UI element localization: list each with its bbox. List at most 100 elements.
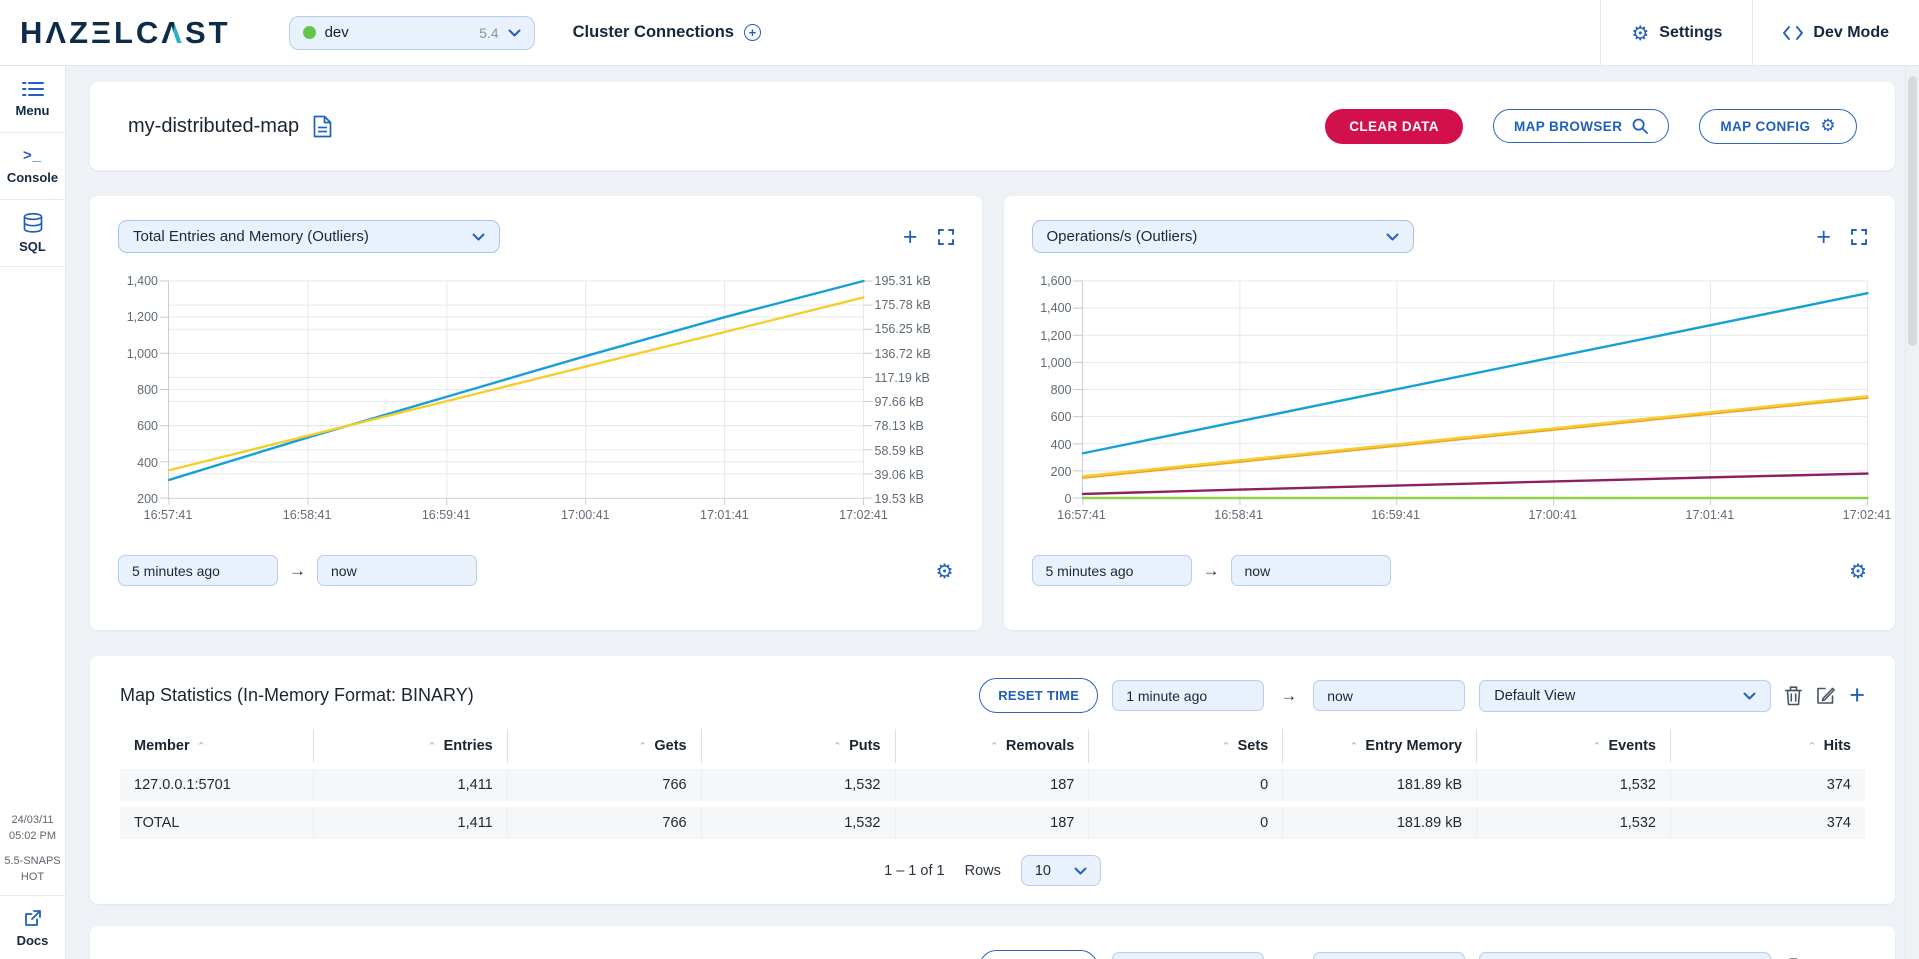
edit-view-button[interactable]	[1816, 686, 1835, 705]
rows-per-page-selector[interactable]: 10	[1021, 855, 1101, 886]
x-axis-tick-label: 16:59:41	[1371, 508, 1420, 522]
table-body: 127.0.0.1:57011,4117661,5321870181.89 kB…	[120, 769, 1865, 839]
table-cell: 187	[896, 807, 1090, 839]
column-header-entry-memory[interactable]: ⌃Entry Memory	[1283, 729, 1477, 763]
time-from-input[interactable]: 5 minutes ago	[1032, 555, 1192, 586]
sort-caret-icon: ⌃	[197, 740, 206, 753]
dev-mode-button[interactable]: Dev Mode	[1752, 0, 1919, 65]
sidebar-item-menu[interactable]: Menu	[0, 66, 65, 133]
table-header: Member⌃⌃Entries⌃Gets⌃Puts⌃Removals⌃Sets⌃…	[120, 729, 1865, 763]
series-line-series-purple	[1083, 474, 1868, 494]
column-header-removals[interactable]: ⌃Removals	[896, 729, 1090, 763]
y-axis-tick-label: 175.78 kB	[875, 298, 931, 312]
x-axis-tick-label: 17:00:41	[1528, 508, 1577, 522]
y-axis-tick-label: 400	[1051, 438, 1072, 452]
y-axis-tick-label: 200	[1051, 465, 1072, 479]
time-to-input[interactable]: now	[317, 555, 477, 586]
series-line-entry-memory-kb	[169, 297, 864, 470]
section-title: Map Statistics (In-Memory Format: BINARY…	[120, 685, 474, 706]
add-cluster-connection-icon[interactable]: +	[744, 24, 761, 41]
sort-caret-icon: ⌃	[1349, 740, 1358, 753]
document-icon[interactable]	[313, 115, 332, 138]
menu-list-icon	[22, 81, 44, 97]
add-view-button[interactable]: +	[1849, 685, 1865, 707]
table-row[interactable]: TOTAL1,4117661,5321870181.89 kB1,532374	[120, 807, 1865, 839]
view-selector[interactable]: Default View	[1479, 680, 1771, 712]
reset-time-button[interactable]: RESET TIME	[979, 678, 1098, 713]
add-chart-icon[interactable]: +	[1816, 227, 1831, 247]
throughput-toolbar: RESET TIME 1 minute ago → now Default Vi…	[979, 950, 1865, 959]
chevron-down-icon	[1074, 867, 1087, 875]
x-axis-tick-label: 16:59:41	[422, 508, 471, 522]
column-header-gets[interactable]: ⌃Gets	[508, 729, 702, 763]
sidebar-item-label: Console	[7, 170, 58, 185]
x-axis-tick-label: 16:58:41	[283, 508, 332, 522]
y-axis-tick-label: 97.66 kB	[875, 395, 924, 409]
logo-text-end: ST	[185, 15, 231, 50]
view-selector[interactable]: Default View	[1479, 952, 1771, 959]
column-header-sets[interactable]: ⌃Sets	[1089, 729, 1283, 763]
delete-view-button[interactable]	[1785, 686, 1802, 706]
settings-button[interactable]: ⚙ Settings	[1600, 0, 1752, 65]
clear-data-button[interactable]: CLEAR DATA	[1325, 109, 1463, 144]
charts-row: Total Entries and Memory (Outliers) + 1,…	[90, 196, 1895, 630]
chart-settings-gear-icon[interactable]: ⚙	[1849, 561, 1867, 581]
y-axis-tick-label: 200	[137, 492, 158, 506]
column-header-entries[interactable]: ⌃Entries	[314, 729, 508, 763]
chart-area: 1,6001,4001,2001,0008006004002000 16:57:…	[1032, 281, 1868, 525]
y-axis-tick-label: 1,400	[1040, 301, 1071, 315]
map-config-label: MAP CONFIG	[1720, 119, 1810, 134]
chevron-down-icon	[1743, 692, 1756, 700]
sidebar-item-label: SQL	[19, 239, 46, 254]
table-cell: 0	[1089, 769, 1283, 801]
hazelcast-logo[interactable]: HΛZΞLCΛST	[20, 15, 231, 51]
sidebar-item-label: Menu	[16, 103, 50, 118]
chart-settings-gear-icon[interactable]: ⚙	[936, 561, 954, 581]
column-header-member[interactable]: Member⌃	[120, 729, 314, 763]
cluster-selector[interactable]: dev 5.4	[289, 16, 535, 50]
view-selector-label: Default View	[1494, 688, 1575, 704]
map-browser-button[interactable]: MAP BROWSER	[1493, 109, 1669, 143]
sort-caret-icon: ⌃	[1807, 740, 1816, 753]
chart-card-operations: Operations/s (Outliers) + 1,6001,4001,20…	[1004, 196, 1896, 630]
column-header-hits[interactable]: ⌃Hits	[1671, 729, 1865, 763]
table-cell: 1,532	[702, 769, 896, 801]
cluster-connections[interactable]: Cluster Connections +	[573, 23, 761, 42]
x-axis: 16:57:4116:58:4116:59:4117:00:4117:01:41…	[1082, 499, 1868, 525]
fullscreen-icon[interactable]	[1851, 229, 1867, 245]
sidebar-item-sql[interactable]: SQL	[0, 200, 65, 267]
time-from-input[interactable]: 5 minutes ago	[118, 555, 278, 586]
plot-area	[168, 281, 864, 499]
main-content: my-distributed-map CLEAR DATA MAP BROWSE…	[66, 66, 1919, 959]
scrollbar-thumb[interactable]	[1908, 76, 1917, 346]
vertical-scrollbar[interactable]	[1905, 66, 1919, 959]
table-cell: 374	[1671, 769, 1865, 801]
edit-icon	[1816, 686, 1835, 705]
map-config-button[interactable]: MAP CONFIG ⚙	[1699, 109, 1857, 144]
table-cell: 181.89 kB	[1283, 807, 1477, 839]
column-header-events[interactable]: ⌃Events	[1477, 729, 1671, 763]
table-cell: 187	[896, 769, 1090, 801]
add-chart-icon[interactable]: +	[903, 227, 918, 247]
time-to-input[interactable]: now	[1313, 680, 1465, 711]
time-to-input[interactable]: now	[1231, 555, 1391, 586]
docs-link[interactable]: Docs	[0, 895, 65, 959]
table-cell: 1,411	[314, 807, 508, 839]
chevron-down-icon	[472, 233, 485, 241]
x-axis-tick-label: 16:58:41	[1214, 508, 1263, 522]
fullscreen-icon[interactable]	[938, 229, 954, 245]
chart-metric-selector[interactable]: Operations/s (Outliers)	[1032, 220, 1414, 253]
chart-metric-selector[interactable]: Total Entries and Memory (Outliers)	[118, 220, 500, 253]
table-row[interactable]: 127.0.0.1:57011,4117661,5321870181.89 kB…	[120, 769, 1865, 801]
time-to-input[interactable]: now	[1313, 952, 1465, 959]
column-header-puts[interactable]: ⌃Puts	[702, 729, 896, 763]
table-cell: 127.0.0.1:5701	[120, 769, 314, 801]
table-cell: TOTAL	[120, 807, 314, 839]
chart-metric-label: Total Entries and Memory (Outliers)	[133, 228, 369, 245]
stats-toolbar: RESET TIME 1 minute ago → now Default Vi…	[979, 678, 1865, 713]
time-from-input[interactable]: 1 minute ago	[1112, 680, 1264, 711]
reset-time-button[interactable]: RESET TIME	[979, 950, 1098, 959]
cluster-version: 5.4	[479, 25, 498, 41]
sidebar-item-console[interactable]: >_ Console	[0, 133, 65, 200]
time-from-input[interactable]: 1 minute ago	[1112, 952, 1264, 959]
